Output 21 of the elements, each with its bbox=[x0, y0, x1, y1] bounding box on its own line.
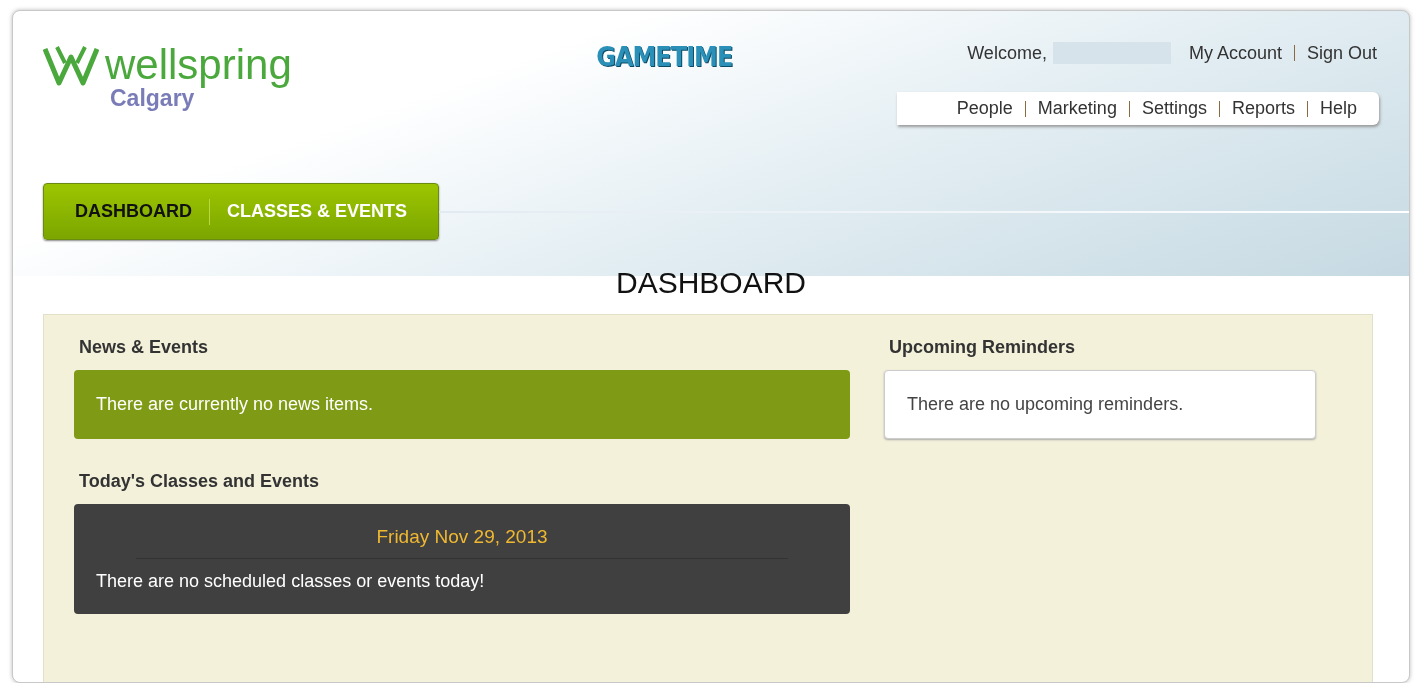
logo-icon bbox=[43, 43, 99, 87]
section-title: Today's Classes and Events bbox=[79, 471, 321, 492]
brand-name: wellspring bbox=[105, 41, 292, 88]
section-title: Upcoming Reminders bbox=[889, 337, 1077, 358]
nav-link[interactable]: Help bbox=[1319, 98, 1357, 119]
product-logo: GAMETIME bbox=[596, 41, 733, 73]
event-date: Friday Nov 29, 2013 bbox=[136, 526, 788, 559]
page-title: DASHBOARD bbox=[614, 266, 807, 300]
tab[interactable]: DASHBOARD bbox=[75, 201, 192, 222]
nav-link[interactable]: Marketing bbox=[1037, 98, 1117, 119]
account-link[interactable]: My Account bbox=[1188, 42, 1282, 64]
welcome-text: Welcome, bbox=[967, 42, 1047, 64]
news-message: There are currently no news items. bbox=[74, 370, 850, 439]
nav-link[interactable]: People bbox=[956, 98, 1013, 119]
brand-location: Calgary bbox=[110, 85, 195, 112]
events-message: There are no scheduled classes or events today! bbox=[96, 571, 486, 592]
nav-link[interactable]: Settings bbox=[1141, 98, 1207, 119]
reminders-message: There are no upcoming reminders. bbox=[884, 370, 1316, 439]
section-title: News & Events bbox=[79, 337, 210, 358]
nav-link[interactable]: Reports bbox=[1231, 98, 1295, 119]
account-link[interactable]: Sign Out bbox=[1306, 42, 1377, 64]
